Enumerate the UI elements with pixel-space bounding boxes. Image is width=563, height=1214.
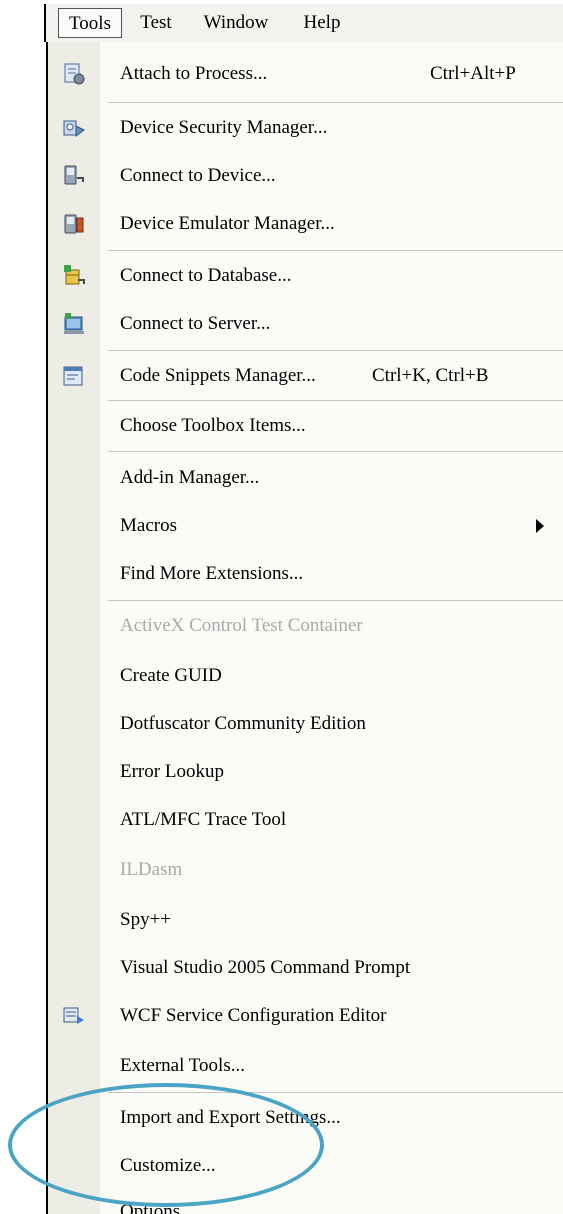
menu-item-label: Attach to Process... [120,63,268,84]
menu-item-attach-to-process[interactable]: Attach to Process... Ctrl+Alt+P [48,50,563,98]
menu-item-label: Connect to Database... [120,265,292,286]
menu-item-label: Code Snippets Manager... [120,365,316,386]
menu-item-label: Create GUID [120,665,222,686]
device-emulator-icon [64,214,84,234]
menu-item-label: ILDasm [120,859,183,880]
menu-help[interactable]: Help [294,8,350,38]
menu-separator [108,102,563,103]
menu-separator [108,250,563,251]
menu-item-create-guid[interactable]: Create GUID [48,652,563,700]
menu-item-label: Choose Toolbox Items... [120,415,306,436]
connect-server-icon [64,313,84,334]
device-security-icon [63,120,85,137]
menu-item-label: Macros [120,515,177,536]
connect-device-icon [64,165,84,185]
menu-bar: Tools Test Window Help [44,4,563,42]
menu-item-connect-to-database[interactable]: Connect to Database... [48,252,563,300]
menu-item-label: Dotfuscator Community Edition [120,713,366,734]
menu-item-label: Connect to Device... [120,165,276,186]
menu-tools[interactable]: Tools [58,8,122,38]
menu-separator [108,350,563,351]
menu-item-vs-command-prompt[interactable]: Visual Studio 2005 Command Prompt [48,944,563,992]
menu-item-find-more-extensions[interactable]: Find More Extensions... [48,550,563,598]
menu-separator [108,451,563,452]
menu-item-label: Error Lookup [120,761,224,782]
menu-item-label: Connect to Server... [120,313,271,334]
menu-item-label: Find More Extensions... [120,563,304,584]
screenshot-stage: Tools Test Window Help Attach to Process… [0,0,563,1214]
menu-item-label: WCF Service Configuration Editor [120,1005,387,1026]
menu-separator [108,400,563,401]
menu-item-shortcut: Ctrl+Alt+P [430,63,516,84]
menu-item-error-lookup[interactable]: Error Lookup [48,748,563,796]
menu-item-activex-control-test-container: ActiveX Control Test Container [48,602,563,650]
menu-test[interactable]: Test [132,8,180,38]
code-snippets-icon [63,366,83,386]
menu-item-label: Add-in Manager... [120,467,260,488]
menu-item-connect-to-server[interactable]: Connect to Server... [48,300,563,348]
menu-item-label: ATL/MFC Trace Tool [120,809,287,830]
menu-item-spy[interactable]: Spy++ [48,896,563,944]
menu-item-atl-mfc-trace-tool[interactable]: ATL/MFC Trace Tool [48,796,563,844]
tools-dropdown-menu: Attach to Process... Ctrl+Alt+P Device S… [46,42,563,1214]
menu-item-add-in-manager[interactable]: Add-in Manager... [48,454,563,502]
menu-item-label: ActiveX Control Test Container [120,615,363,636]
menu-item-connect-to-device[interactable]: Connect to Device... [48,152,563,200]
menu-item-choose-toolbox-items[interactable]: Choose Toolbox Items... [48,402,563,450]
menu-item-external-tools[interactable]: External Tools... [48,1042,563,1090]
menu-item-label: Device Security Manager... [120,117,328,138]
menu-item-macros[interactable]: Macros [48,502,563,550]
menu-item-label: Visual Studio 2005 Command Prompt [120,957,411,978]
menu-item-code-snippets-manager[interactable]: Code Snippets Manager... Ctrl+K, Ctrl+B [48,352,563,400]
menu-window[interactable]: Window [196,8,276,38]
menu-item-label: External Tools... [120,1055,245,1076]
submenu-arrow-icon [536,519,544,533]
menu-item-ildasm: ILDasm [48,846,563,894]
wcf-config-icon [63,1007,84,1024]
menu-item-label: Device Emulator Manager... [120,213,335,234]
menu-item-label: Spy++ [120,909,171,930]
menu-item-wcf-service-configuration-editor[interactable]: WCF Service Configuration Editor [48,992,563,1040]
menu-item-device-security-manager[interactable]: Device Security Manager... [48,104,563,152]
attach-process-icon [64,63,85,85]
highlight-ellipse [8,1083,324,1207]
connect-database-icon [64,265,85,285]
menu-item-dotfuscator[interactable]: Dotfuscator Community Edition [48,700,563,748]
menu-separator [108,600,563,601]
menu-item-device-emulator-manager[interactable]: Device Emulator Manager... [48,200,563,248]
menu-item-shortcut: Ctrl+K, Ctrl+B [372,365,489,386]
